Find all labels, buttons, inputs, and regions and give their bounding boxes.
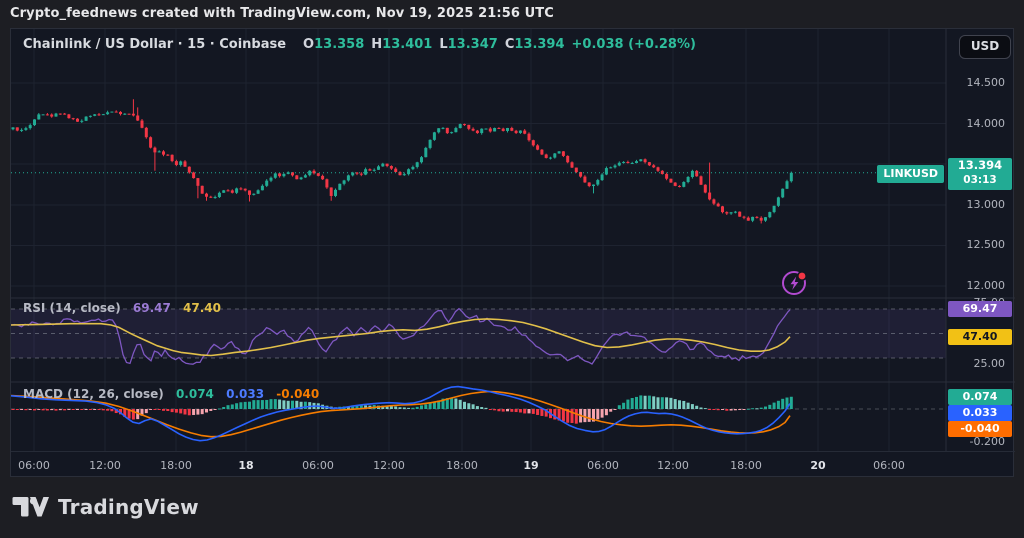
lightning-icon xyxy=(782,271,807,295)
header-attribution: Crypto_feednews created with TradingView… xyxy=(10,6,554,21)
open-value: 13.358 xyxy=(314,37,365,52)
brand-name: TradingView xyxy=(58,495,199,519)
rsi-value: 69.47 xyxy=(132,301,171,315)
macd-line-badge: 0.033 xyxy=(948,405,1012,421)
time-axis-label: 06:00 xyxy=(18,459,50,472)
time-axis-label: 18 xyxy=(238,459,254,472)
chart-container[interactable]: Chainlink / US Dollar · 15 · Coinbase O13… xyxy=(10,28,1015,478)
ohlc-values: O13.358 H13.401 L13.347 C13.394 +0.038 (+0.2… xyxy=(296,37,696,52)
time-axis-label: 06:00 xyxy=(302,459,334,472)
last-price-badge: 13.394 03:13 xyxy=(948,158,1012,190)
tradingview-logo-icon xyxy=(12,497,49,517)
macd-signal-badge: -0.040 xyxy=(948,421,1012,437)
tradingview-snapshot: Crypto_feednews created with TradingView… xyxy=(0,0,1024,538)
price-scale-tick: 12.500 xyxy=(966,238,1006,252)
rsi-scale-tick: 25.00 xyxy=(973,357,1006,370)
time-axis-label: 12:00 xyxy=(373,459,405,472)
price-scale-tick: 12.000 xyxy=(966,279,1006,292)
low-label: L xyxy=(439,37,448,52)
high-label: H xyxy=(371,37,383,52)
rsi-value-badge: 69.47 xyxy=(948,301,1012,317)
time-axis-label: 18:00 xyxy=(446,459,478,472)
close-label: C xyxy=(504,37,515,52)
footer-brand[interactable]: TradingView xyxy=(12,490,199,524)
low-value: 13.347 xyxy=(447,37,498,52)
instant-trading-button[interactable] xyxy=(779,267,811,299)
time-axis-label: 06:00 xyxy=(873,459,905,472)
currency-usd-button[interactable]: USD xyxy=(959,35,1011,59)
symbol-price-label: LINKUSD xyxy=(877,165,944,183)
time-axis-label: 06:00 xyxy=(587,459,619,472)
time-axis-label: 18:00 xyxy=(160,459,192,472)
macd-legend[interactable]: MACD (12, 26, close) 0.074 0.033 -0.040 xyxy=(23,387,319,401)
time-axis-label: 18:00 xyxy=(730,459,762,472)
high-value: 13.401 xyxy=(382,37,433,52)
macd-legend-title: MACD (12, 26, close) xyxy=(23,387,164,401)
rsi-ma-badge: 47.40 xyxy=(948,329,1012,345)
bar-countdown: 03:13 xyxy=(963,174,997,186)
symbol-title: Chainlink / US Dollar · 15 · Coinbase xyxy=(23,37,287,52)
time-scale[interactable]: 06:00 12:00 18:00 18 06:00 12:00 18:00 19 06:00 1… xyxy=(11,451,1015,478)
rsi-ma-value: 47.40 xyxy=(183,301,221,315)
rsi-legend[interactable]: RSI (14, close) 69.47 47.40 xyxy=(23,301,221,315)
time-axis-label: 19 xyxy=(523,459,539,472)
time-axis-label: 20 xyxy=(810,459,826,472)
price-scale[interactable]: 14.50014.00013.50013.00012.50012.00075.0… xyxy=(947,29,1015,451)
open-label: O xyxy=(303,37,315,52)
last-price-value: 13.394 xyxy=(957,158,1003,172)
close-value: 13.394 xyxy=(514,37,565,52)
macd-hist-badge: 0.074 xyxy=(948,389,1012,405)
macd-signal-value: -0.040 xyxy=(276,387,320,401)
time-axis-label: 12:00 xyxy=(89,459,121,472)
symbol-info-bar[interactable]: Chainlink / US Dollar · 15 · Coinbase O13… xyxy=(23,37,696,52)
macd-line-value: 0.033 xyxy=(226,387,265,401)
price-scale-tick: 14.500 xyxy=(966,76,1006,89)
change-value: +0.038 (+0.28%) xyxy=(571,37,696,52)
price-scale-tick: 14.000 xyxy=(966,116,1006,130)
macd-hist-value: 0.074 xyxy=(175,387,214,401)
time-axis-label: 12:00 xyxy=(657,459,689,472)
price-scale-tick: 13.000 xyxy=(966,197,1006,211)
rsi-legend-title: RSI (14, close) xyxy=(23,301,121,315)
